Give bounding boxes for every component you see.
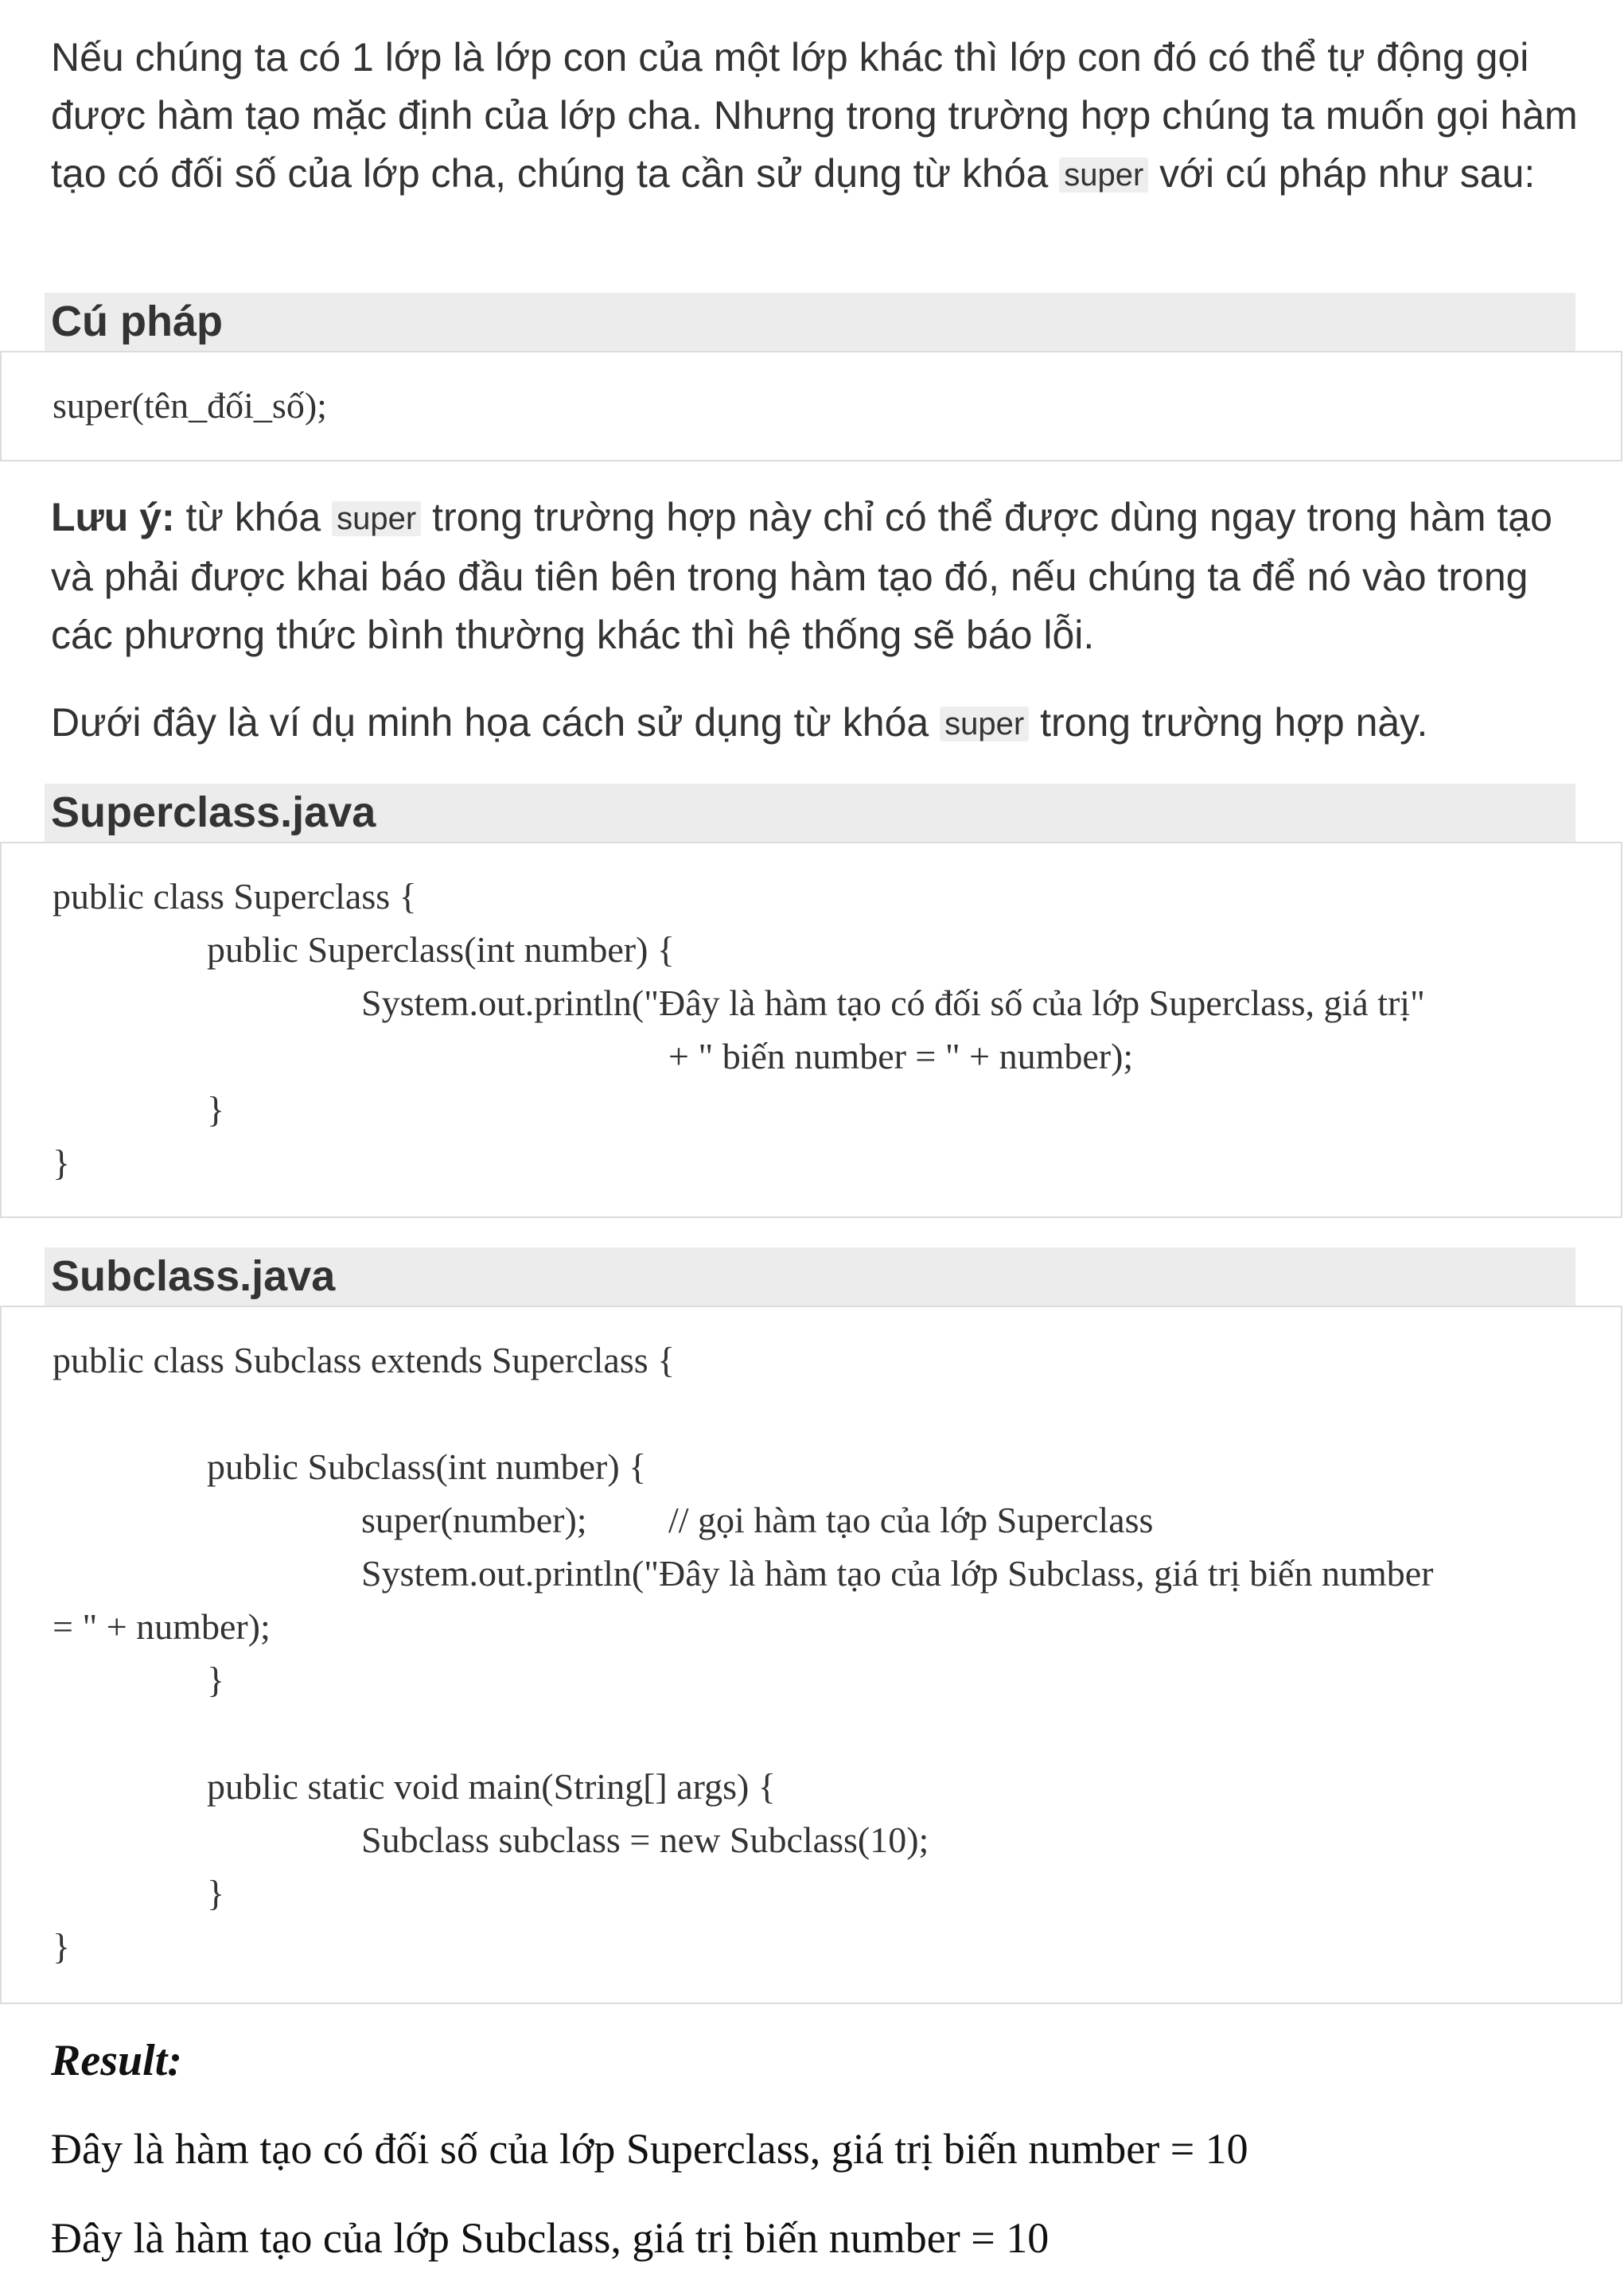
inline-code-super: super bbox=[332, 501, 422, 536]
syntax-code-box: super(tên_đối_số); bbox=[0, 351, 1622, 461]
result-label: Result: bbox=[51, 2036, 182, 2085]
code-line: System.out.println("Đây là hàm tạo của l… bbox=[361, 1553, 1434, 1594]
note-label: Lưu ý: bbox=[51, 495, 175, 539]
note-paragraph: Lưu ý: từ khóa super trong trường hợp nà… bbox=[51, 488, 1579, 664]
syntax-header: Cú pháp bbox=[45, 293, 1575, 351]
note-text-start: từ khóa bbox=[185, 495, 321, 539]
code-line: super(number); bbox=[361, 1500, 587, 1540]
code-comment: // gọi hàm tạo của lớp Superclass bbox=[668, 1500, 1154, 1540]
subclass-file-header: Subclass.java bbox=[45, 1247, 1575, 1306]
code-line: public Subclass(int number) { bbox=[207, 1446, 647, 1487]
code-line: } bbox=[53, 1142, 71, 1183]
code-line: public class Subclass extends Superclass… bbox=[53, 1340, 676, 1380]
result-line: Đây là hàm tạo của lớp Subclass, giá trị… bbox=[51, 2214, 1050, 2262]
code-line: System.out.println("Đây là hàm tạo có đố… bbox=[361, 983, 1425, 1023]
inline-code-super: super bbox=[940, 706, 1030, 741]
intro-paragraph: Nếu chúng ta có 1 lớp là lớp con của một… bbox=[51, 29, 1579, 204]
code-line: = " + number); bbox=[53, 1606, 271, 1647]
code-line: public static void main(String[] args) { bbox=[207, 1766, 776, 1807]
inline-code-super: super bbox=[1059, 158, 1149, 193]
intro-text-end: với cú pháp như sau: bbox=[1159, 151, 1536, 196]
code-line: } bbox=[207, 1873, 225, 1913]
subclass-code-box: public class Subclass extends Superclass… bbox=[0, 1306, 1622, 2004]
code-line: } bbox=[53, 1926, 71, 1967]
code-line: public class Superclass { bbox=[53, 876, 417, 917]
code-line: } bbox=[207, 1089, 225, 1130]
superclass-code-box: public class Superclass { public Supercl… bbox=[0, 842, 1622, 1218]
code-line: public Superclass(int number) { bbox=[207, 929, 676, 970]
code-line: Subclass subclass = new Subclass(10); bbox=[361, 1820, 929, 1860]
example-intro-text-end: trong trường hợp này. bbox=[1040, 700, 1428, 745]
example-intro-paragraph: Dưới đây là ví dụ minh họa cách sử dụng … bbox=[51, 694, 1579, 753]
superclass-file-header: Superclass.java bbox=[45, 784, 1575, 842]
result-line: Đây là hàm tạo có đối số của lớp Supercl… bbox=[51, 2125, 1248, 2173]
code-line: } bbox=[207, 1660, 225, 1700]
code-line: + " biến number = " + number); bbox=[668, 1036, 1134, 1076]
syntax-code-line: super(tên_đối_số); bbox=[53, 385, 327, 426]
example-intro-text: Dưới đây là ví dụ minh họa cách sử dụng … bbox=[51, 700, 929, 745]
